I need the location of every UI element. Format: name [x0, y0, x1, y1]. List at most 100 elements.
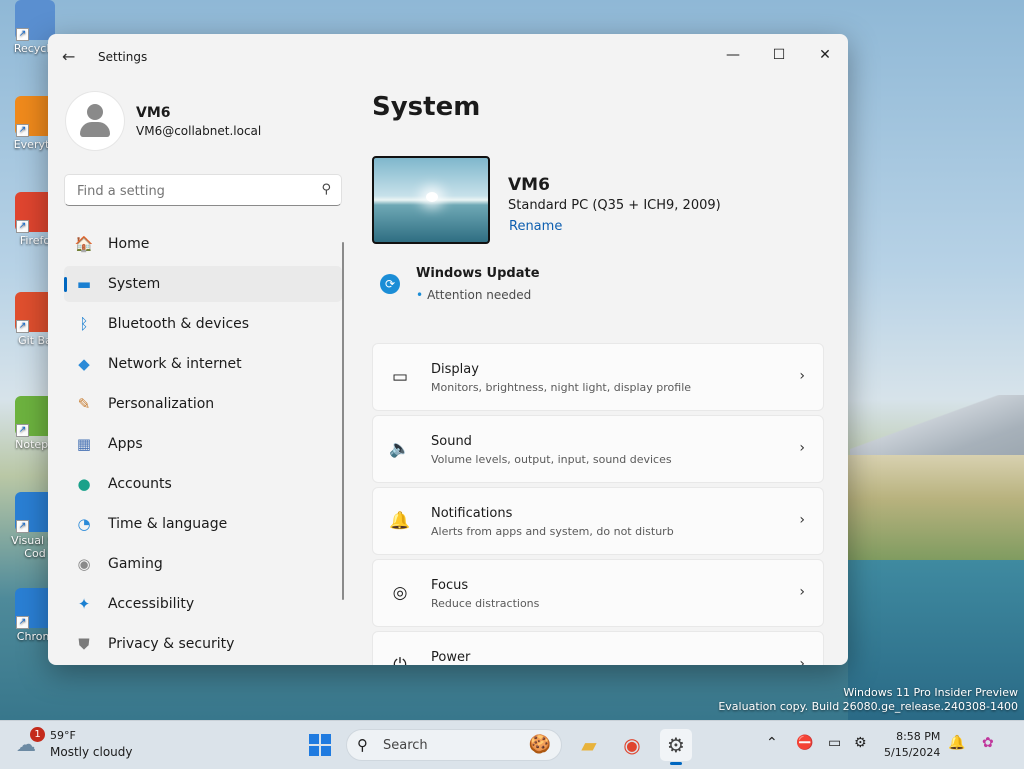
gaming-icon: ◉: [77, 555, 91, 573]
sidebar-item-privacy-security[interactable]: ⛊ Privacy & security: [64, 626, 342, 662]
watermark-line-1: Windows 11 Pro Insider Preview: [843, 686, 1018, 699]
sidebar-item-accounts[interactable]: ● Accounts: [64, 466, 342, 502]
sidebar-item-network-internet[interactable]: ◆ Network & internet: [64, 346, 342, 382]
desktop-wallpaper-grass: [848, 455, 1024, 565]
card-title: Sound: [431, 434, 472, 449]
taskbar: ☁ 1 59°F Mostly cloudy ⚲ Search 🍪 ▰ ◉ ⚙ …: [0, 720, 1024, 769]
shortcut-arrow-icon: ↗: [16, 520, 29, 533]
sidebar-item-label: Accounts: [108, 476, 172, 492]
network-internet-icon: ◆: [78, 355, 90, 373]
windows-update-icon[interactable]: ⟳: [380, 274, 400, 294]
apps-icon: ▦: [76, 435, 92, 453]
settings-card-power[interactable]: ⏻ Power ›: [372, 631, 824, 665]
find-setting-box[interactable]: ⚲: [64, 174, 342, 206]
chevron-right-icon: ›: [799, 584, 805, 600]
privacy-security-icon: ⛊: [78, 635, 90, 653]
avatar[interactable]: [66, 92, 124, 150]
profile-email: VM6@collabnet.local: [136, 124, 262, 138]
profile-name: VM6: [136, 105, 171, 121]
weather-temp[interactable]: 59°F: [50, 729, 76, 742]
settings-gear-icon[interactable]: ⚙: [660, 729, 692, 765]
sidebar-item-personalization[interactable]: ✎ Personalization: [64, 386, 342, 422]
weather-desc[interactable]: Mostly cloudy: [50, 745, 133, 759]
network-offline-icon[interactable]: ⛔: [796, 735, 813, 751]
avatar-head-icon: [87, 104, 103, 120]
windows-update-title[interactable]: Windows Update: [416, 266, 540, 281]
settings-card-sound[interactable]: 🔈 Sound Volume levels, output, input, soun…: [372, 415, 824, 483]
clock[interactable]: 8:58 PM 5/15/2024: [884, 729, 940, 761]
cookie-icon: 🍪: [528, 734, 551, 755]
card-subtitle: Reduce distractions: [431, 597, 540, 610]
card-title: Display: [431, 362, 479, 377]
card-title: Focus: [431, 578, 469, 593]
card-subtitle: Monitors, brightness, night light, displ…: [431, 381, 692, 394]
sidebar-item-time-language[interactable]: ◔ Time & language: [64, 506, 342, 542]
chevron-right-icon: ›: [799, 440, 805, 456]
file-explorer-icon[interactable]: ▰: [573, 729, 605, 761]
system-icon: ▬: [76, 275, 92, 293]
sidebar-nav: 🏠 Home ▬ System ᛒ Bluetooth & devices ◆ Network…: [64, 226, 342, 665]
time-language-icon: ◔: [77, 515, 91, 533]
windows-update-status: • Attention needed: [416, 288, 531, 302]
maximize-button[interactable]: ☐: [756, 40, 802, 70]
settings-card-focus[interactable]: ◎ Focus Reduce distractions ›: [372, 559, 824, 627]
display-icon: ▭: [391, 367, 409, 387]
display-icon[interactable]: ▭: [828, 735, 841, 751]
card-subtitle: Volume levels, output, input, sound devi…: [431, 453, 672, 466]
sidebar-item-bluetooth-devices[interactable]: ᛒ Bluetooth & devices: [64, 306, 342, 342]
search-icon: ⚲: [357, 736, 368, 754]
search-input[interactable]: [75, 181, 309, 201]
sidebar-item-accessibility[interactable]: ✦ Accessibility: [64, 586, 342, 622]
sidebar-item-apps[interactable]: ▦ Apps: [64, 426, 342, 462]
settings-cards: ▭ Display Monitors, brightness, night ligh…: [372, 343, 824, 665]
copilot-icon[interactable]: ✿: [982, 735, 994, 751]
sidebar-item-gaming[interactable]: ◉ Gaming: [64, 546, 342, 582]
shortcut-arrow-icon: ↗: [16, 124, 29, 137]
windows-start-icon[interactable]: [309, 734, 331, 756]
home-icon: 🏠: [74, 235, 94, 253]
sidebar-item-label: Home: [108, 236, 150, 252]
settings-window: ← Settings — ☐ ✕ VM6 VM6@collabnet.local…: [48, 34, 848, 665]
close-button[interactable]: ✕: [802, 40, 848, 70]
settings-card-notifications[interactable]: 🔔 Notifications Alerts from apps and syste…: [372, 487, 824, 555]
app-title: Settings: [98, 50, 148, 64]
personalization-icon: ✎: [77, 395, 91, 413]
accessibility-icon: ✦: [77, 595, 91, 613]
search-icon[interactable]: ⚲: [321, 182, 331, 197]
avatar-body-icon: [80, 122, 110, 137]
clock-time: 8:58 PM: [896, 730, 941, 743]
firefox-icon[interactable]: ◉: [616, 729, 648, 761]
page-title: System: [372, 92, 481, 122]
taskbar-search-label: Search: [383, 738, 428, 753]
card-title: Power: [431, 650, 471, 665]
sidebar-item-label: Privacy & security: [108, 636, 235, 652]
shortcut-arrow-icon: ↗: [16, 320, 29, 333]
sidebar-item-home[interactable]: 🏠 Home: [64, 226, 342, 262]
sidebar-item-label: Apps: [108, 436, 143, 452]
taskbar-search[interactable]: ⚲ Search 🍪: [346, 729, 562, 761]
accessibility-tray-icon[interactable]: ⚙: [854, 735, 867, 751]
shortcut-arrow-icon: ↗: [16, 616, 29, 629]
settings-card-display[interactable]: ▭ Display Monitors, brightness, night ligh…: [372, 343, 824, 411]
notifications-icon: 🔔: [389, 511, 411, 531]
focus-icon: ◎: [392, 583, 408, 603]
sidebar-item-system[interactable]: ▬ System: [64, 266, 342, 302]
minimize-button[interactable]: —: [710, 40, 756, 70]
sidebar-item-label: Personalization: [108, 396, 215, 412]
chevron-right-icon: ›: [799, 656, 805, 665]
bell-icon[interactable]: 🔔: [948, 735, 965, 751]
title-bar: ← Settings — ☐ ✕: [48, 34, 848, 80]
shortcut-arrow-icon: ↗: [16, 220, 29, 233]
sidebar-item-label: Accessibility: [108, 596, 195, 612]
rename-link[interactable]: Rename: [509, 219, 562, 234]
accounts-icon: ●: [77, 475, 91, 493]
sound-icon: 🔈: [389, 439, 411, 459]
watermark-line-2: Evaluation copy. Build 26080.ge_release.…: [718, 700, 1018, 713]
device-name: VM6: [508, 175, 550, 195]
sidebar-scrollbar[interactable]: [342, 242, 344, 600]
device-wallpaper-thumbnail: [372, 156, 490, 244]
sidebar-item-label: Network & internet: [108, 356, 242, 372]
chevron-right-icon: ›: [799, 368, 805, 384]
back-arrow-icon[interactable]: ←: [62, 47, 82, 67]
chevron-up-icon[interactable]: ⌃: [766, 735, 778, 751]
